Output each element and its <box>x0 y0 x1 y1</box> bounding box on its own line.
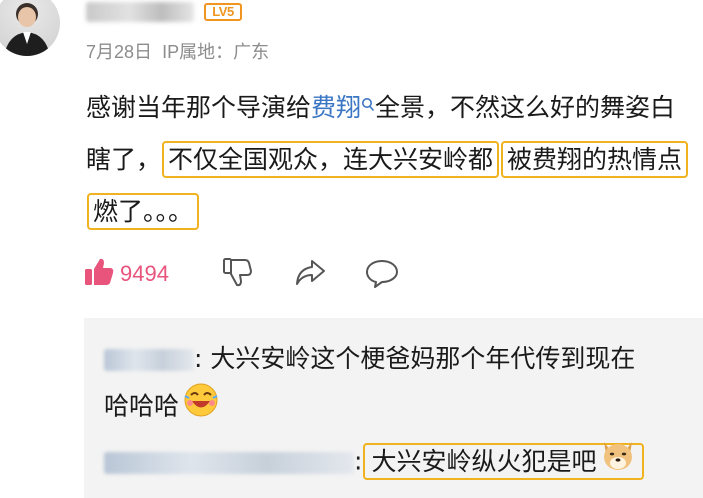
reply-text-line2: 哈哈哈 <box>104 391 180 421</box>
like-count: 9494 <box>120 261 169 286</box>
post-date: 7月28日 <box>86 42 153 62</box>
topic-label[interactable]: 费翔 <box>311 93 361 122</box>
search-icon <box>361 98 375 117</box>
post-meta: 7月28日 IP属地：广东 <box>86 38 269 64</box>
highlight-box-3: 大兴安岭纵火犯是吧 <box>363 442 645 480</box>
avatar[interactable] <box>0 0 60 56</box>
ip-location: IP属地：广东 <box>162 42 270 62</box>
share-icon <box>292 255 328 293</box>
doge-emoji-icon <box>600 438 636 487</box>
dislike-button[interactable] <box>220 255 254 293</box>
like-button[interactable]: 9494 <box>82 255 169 293</box>
reply-item-continued: 哈哈哈 <box>104 382 219 433</box>
reply-text: 大兴安岭纵火犯是吧 <box>371 446 597 476</box>
username-blurred[interactable] <box>86 2 194 22</box>
reply-item[interactable]: : 大兴安岭纵火犯是吧 <box>104 438 645 487</box>
comment-icon <box>364 255 400 293</box>
topic-link[interactable]: 费翔 <box>311 93 375 122</box>
comment-text: 感谢当年那个导演给费翔 全景，不然这么好的舞姿白瞎了， 不仅全国观众，连大兴安岭都被… <box>86 82 698 238</box>
reply-author-blurred[interactable] <box>104 349 194 371</box>
replies-section: : 大兴安岭这个梗爸妈那个年代传到现在 哈哈哈 : 大兴安岭纵火犯是吧 <box>84 318 703 498</box>
reply-author-blurred[interactable] <box>104 451 354 474</box>
reply-text: 大兴安岭这个梗爸妈那个年代传到现在 <box>210 344 636 373</box>
comment-button[interactable] <box>364 255 400 293</box>
level-badge: LV5 <box>204 3 242 21</box>
share-button[interactable] <box>292 255 328 293</box>
comment-part1: 感谢当年那个导演给 <box>86 93 312 122</box>
like-icon <box>82 255 116 293</box>
laughing-emoji-icon <box>183 382 219 433</box>
reply-item[interactable]: : 大兴安岭这个梗爸妈那个年代传到现在 <box>104 336 635 382</box>
dislike-icon <box>220 255 254 293</box>
highlight-box-1: 不仅全国观众，连大兴安岭都 <box>162 141 500 178</box>
